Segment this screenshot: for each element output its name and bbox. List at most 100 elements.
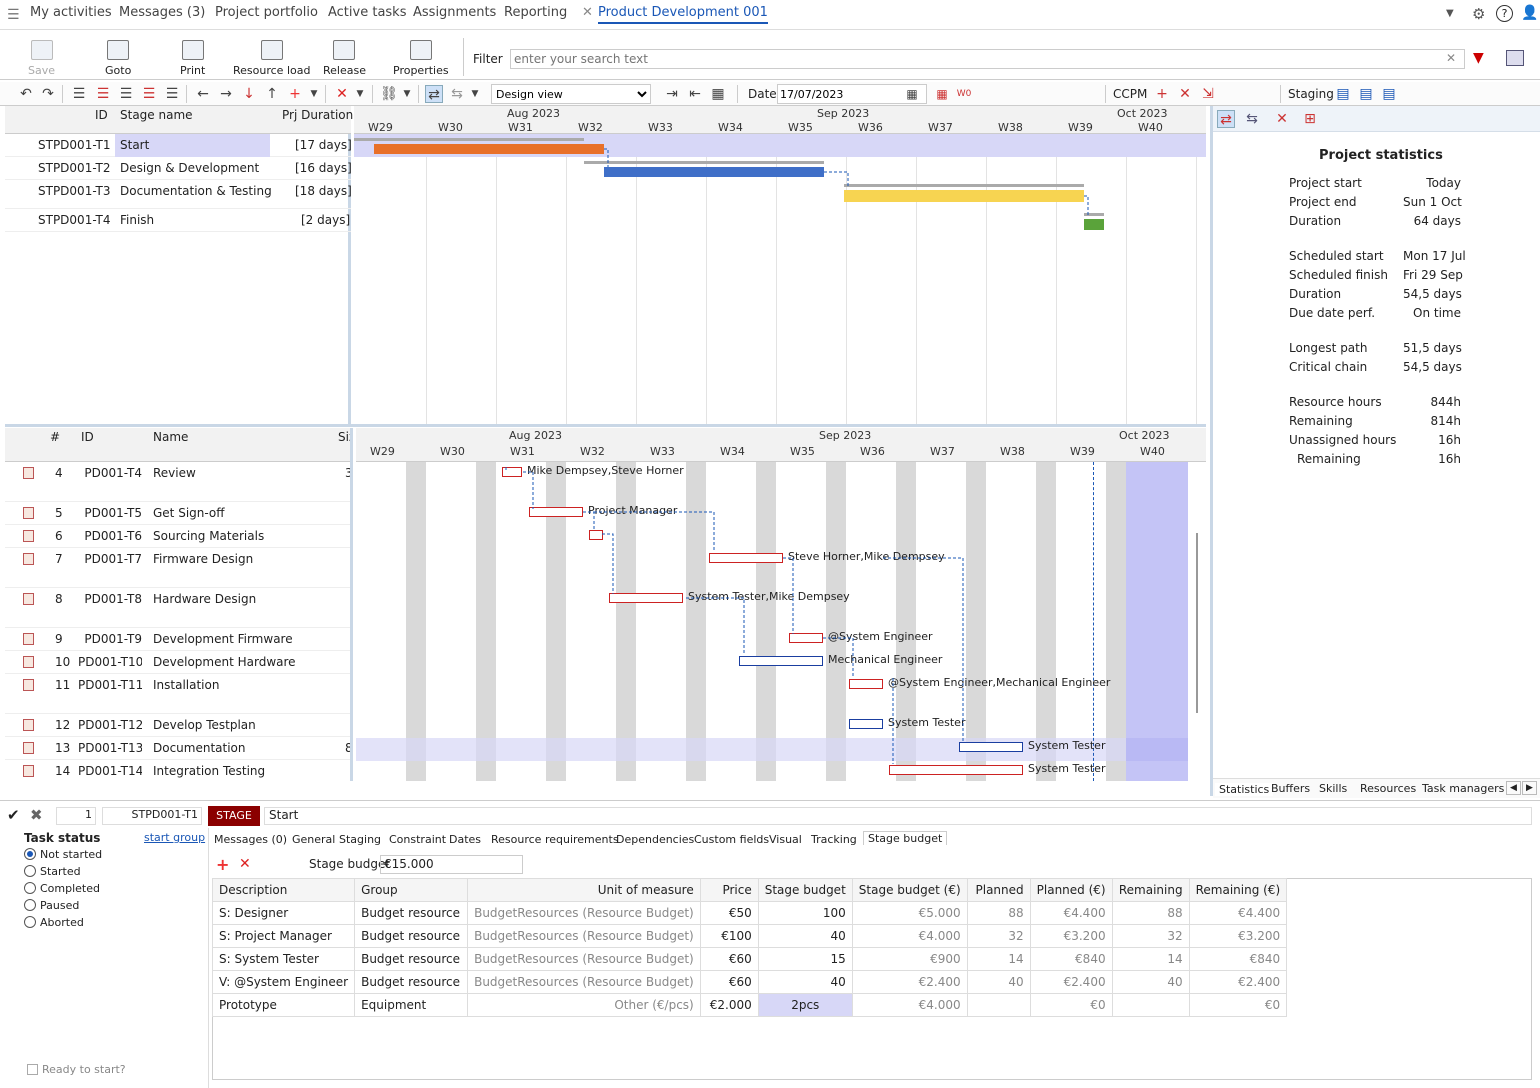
detail-tab[interactable]: Stage budget	[863, 831, 948, 845]
tab-product-development[interactable]: Product Development 001	[598, 5, 768, 24]
week-icon[interactable]: W0	[955, 85, 973, 103]
link-icon[interactable]: ⛓	[380, 85, 398, 103]
status-completed[interactable]: Completed	[24, 882, 100, 895]
redo-icon[interactable]: ↷	[39, 85, 57, 103]
arrow-up-icon[interactable]: ↑	[263, 85, 281, 103]
add-icon[interactable]: +	[286, 85, 304, 103]
col-number[interactable]: #	[50, 430, 60, 444]
staging-2-icon[interactable]: ▤	[1357, 85, 1375, 103]
table-row[interactable]: 14 PD001-T14 Integration Testing	[5, 760, 350, 781]
table-row[interactable]: 12 PD001-T12 Develop Testplan	[5, 714, 350, 737]
ready-checkbox[interactable]: Ready to start?	[27, 1063, 126, 1076]
table-row[interactable]: 11 PD001-T11 Installation	[5, 674, 350, 714]
swap-icon[interactable]: ⇄	[1217, 110, 1235, 128]
save-button[interactable]: Save	[28, 40, 55, 77]
chevron-down-icon[interactable]: ▼	[466, 85, 484, 103]
arrow-down-icon[interactable]: ↓	[240, 85, 258, 103]
budget-col-header[interactable]: Planned	[966, 878, 1031, 902]
budget-row[interactable]: S: System Tester Budget resource BudgetRes…	[211, 947, 1288, 971]
nav-reporting[interactable]: Reporting	[504, 5, 567, 20]
menu-icon[interactable]: ☰	[7, 7, 20, 23]
task-name-field[interactable]: Start	[264, 807, 1532, 825]
tab-skills[interactable]: Skills	[1319, 782, 1347, 795]
goto-button[interactable]: Goto	[105, 40, 131, 77]
tab-statistics[interactable]: Statistics	[1215, 783, 1274, 796]
add-budget-icon[interactable]: +	[216, 855, 229, 874]
chevron-down-icon[interactable]: ▼	[398, 85, 416, 103]
chevron-down-icon[interactable]: ▼	[351, 85, 369, 103]
budget-row[interactable]: S: Project Manager Budget resource BudgetR…	[211, 924, 1288, 948]
detail-tab[interactable]: Dates	[449, 833, 481, 846]
table-row[interactable]: 13 PD001-T13 Documentation 8	[5, 737, 350, 760]
detail-tab[interactable]: Messages (0)	[214, 833, 287, 846]
row-stage-name[interactable]: Start	[115, 134, 270, 157]
calendar-icon[interactable]: ▦	[903, 85, 921, 103]
table-row[interactable]: 6 PD001-T6 Sourcing Materials	[5, 525, 350, 548]
detail-tab[interactable]: Dependencies	[616, 833, 694, 846]
budget-row[interactable]: V: @System Engineer Budget resource Budget…	[211, 970, 1288, 994]
detail-tab[interactable]: General	[292, 833, 335, 846]
budget-col-header[interactable]: Stage budget (€)	[851, 878, 968, 902]
dropdown-icon[interactable]: ▼	[1446, 8, 1454, 19]
arrow-left-icon[interactable]: ←	[194, 85, 212, 103]
confirm-icon[interactable]: ✔	[7, 806, 20, 824]
staging-1-icon[interactable]: ▤	[1334, 85, 1352, 103]
row-align-icon[interactable]: ☰	[163, 85, 181, 103]
table-row[interactable]: 4 PD001-T4 Review 3	[5, 462, 350, 502]
view-select[interactable]: Design view	[491, 84, 651, 104]
print-button[interactable]: Print	[180, 40, 205, 77]
status-started[interactable]: Started	[24, 865, 81, 878]
budget-row[interactable]: Prototype Equipment Other (€/pcs) €2.000 2pc…	[211, 993, 1288, 1017]
stage-budget-field[interactable]: €15.000	[380, 855, 523, 874]
table-row[interactable]: 8 PD001-T8 Hardware Design	[5, 588, 350, 628]
budget-cell[interactable]: 40	[757, 970, 853, 994]
table-row[interactable]: 10 PD001-T10 Development Hardware	[5, 651, 350, 674]
sync-icon[interactable]: ⇆	[1243, 110, 1261, 128]
budget-col-header[interactable]: Planned (€)	[1029, 878, 1113, 902]
budget-col-header[interactable]: Description	[211, 878, 356, 902]
user-icon[interactable]: 👤	[1521, 5, 1538, 21]
today-icon[interactable]: ▦	[933, 85, 951, 103]
hierarchy-icon[interactable]: ⊞	[1301, 110, 1319, 128]
calendar-grid-icon[interactable]: ▦	[709, 85, 727, 103]
status-not-started[interactable]: Not started	[24, 848, 102, 861]
tab-scroll-left-icon[interactable]: ◀	[1506, 781, 1521, 795]
chevron-down-icon[interactable]: ▼	[305, 85, 323, 103]
table-row[interactable]: 9 PD001-T9 Development Firmware	[5, 628, 350, 651]
col-prj-duration[interactable]: Prj Duration	[282, 108, 353, 122]
dependency-icon[interactable]: ⇄	[425, 85, 443, 103]
nav-project-portfolio[interactable]: Project portfolio	[215, 5, 318, 20]
undo-icon[interactable]: ↶	[17, 85, 35, 103]
col-id[interactable]: ID	[95, 108, 108, 122]
schedule-icon[interactable]: ⇥	[663, 85, 681, 103]
budget-col-header[interactable]: Group	[354, 878, 469, 902]
budget-cell[interactable]: 2pcs	[757, 993, 853, 1017]
budget-col-header[interactable]: Unit of measure	[467, 878, 701, 902]
properties-button[interactable]: Properties	[393, 40, 449, 77]
ccpm-add-icon[interactable]: +	[1153, 85, 1171, 103]
col-name[interactable]: Name	[153, 430, 188, 444]
tab-buffers[interactable]: Buffers	[1271, 782, 1310, 795]
close-tab-icon[interactable]: ✕	[582, 5, 593, 20]
unlink-icon[interactable]: ⇆	[448, 85, 466, 103]
detail-tab[interactable]: Tracking	[811, 833, 857, 846]
arrow-right-icon[interactable]: →	[217, 85, 235, 103]
nav-my-activities[interactable]: My activities	[30, 5, 112, 20]
detail-tab[interactable]: Staging	[339, 833, 381, 846]
col-size[interactable]: Siz	[338, 430, 350, 444]
nav-active-tasks[interactable]: Active tasks	[328, 5, 406, 20]
filter-icon[interactable]: ▼	[1473, 50, 1484, 66]
tab-resources[interactable]: Resources	[1360, 782, 1416, 795]
budget-col-header[interactable]: Remaining (€)	[1188, 878, 1288, 902]
gear-icon[interactable]: ⚙	[1472, 5, 1485, 23]
indent-icon[interactable]: ☰	[94, 85, 112, 103]
nav-messages[interactable]: Messages (3)	[119, 5, 205, 20]
remove-budget-icon[interactable]: ✕	[239, 856, 251, 872]
budget-col-header[interactable]: Price	[699, 878, 759, 902]
budget-row[interactable]: S: Designer Budget resource BudgetResource…	[211, 901, 1288, 925]
delete-icon[interactable]: ✕	[333, 85, 351, 103]
search-input[interactable]	[510, 49, 1465, 69]
budget-cell[interactable]: 40	[757, 924, 853, 948]
col-stage-name[interactable]: Stage name	[120, 108, 193, 122]
task-number-field[interactable]: 1	[56, 807, 96, 825]
